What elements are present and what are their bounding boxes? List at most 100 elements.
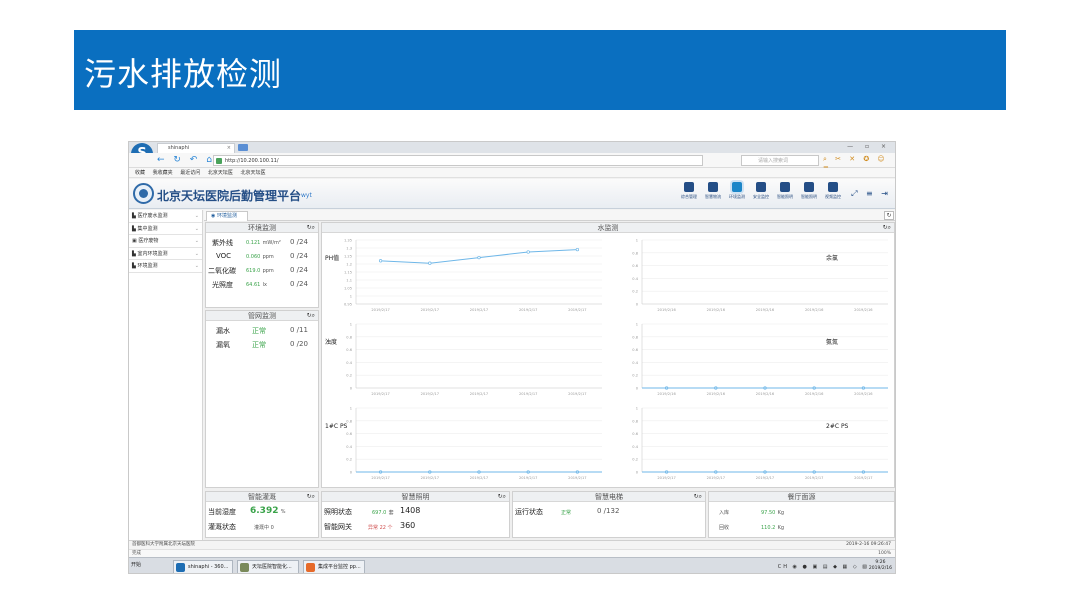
browser-tab-bar: shinaphi × — ▫ × — [129, 142, 895, 153]
module-environment[interactable]: 环境监测 — [725, 182, 749, 200]
y-tick-label: 0.6 — [632, 432, 638, 436]
module-nav: 综合管理 智慧物流 环境监测 安全监控 智能照明 智能照明 视频监控 — [677, 182, 845, 200]
y-tick-label: 0.2 — [346, 374, 352, 378]
data-point — [477, 255, 481, 260]
sidebar-item[interactable]: ▙ 医疗废水监测 ⌄ — [129, 210, 202, 223]
sidebar-item[interactable]: ▙ 环境监测 ⌄ — [129, 260, 202, 273]
bookmarks-bar: 收藏 我收藏夹 最近访问 北京天坛医 北京天坛医 — [129, 168, 895, 178]
y-tick-label: 0.8 — [632, 251, 638, 255]
x-tick-label: 2019/2/17 — [657, 476, 675, 480]
user-label[interactable]: wyt — [301, 192, 312, 199]
y-tick-label: 1.3 — [346, 247, 352, 251]
chevron-down-icon: ⌄ — [194, 263, 199, 269]
panel-header: 智能灌溉 ↻⌕ — [206, 492, 318, 502]
module-security[interactable]: 安全监控 — [749, 182, 773, 200]
y-tick-label: 0.4 — [346, 445, 352, 449]
clock: 9:26 2019/2/16 — [868, 560, 892, 571]
x-tick-label: 2019/2/17 — [421, 308, 439, 312]
sidebar-item[interactable]: ▙ 室内环境监测 ⌄ — [129, 248, 202, 260]
y-tick-label: 1.05 — [344, 287, 352, 291]
module-overview[interactable]: 综合管理 — [677, 182, 701, 200]
app-header: 北京天坛医院后勤管理平台 wyt 综合管理 智慧物流 环境监测 安全监控 智能照… — [129, 179, 895, 209]
bookmark-item[interactable]: 我收藏夹 — [153, 170, 173, 176]
y-tick-label: 0.4 — [632, 277, 638, 281]
sidebar-item[interactable]: ▣ 医疗废物 ⌄ — [129, 235, 202, 248]
y-tick-label: 1.25 — [344, 255, 352, 259]
content-tabs: ◉ 环境监测 ↻ — [204, 210, 895, 221]
search-input[interactable]: 请输入搜索词 — [741, 155, 819, 166]
torch-icon — [756, 182, 766, 192]
y-tick-label: 0.8 — [632, 335, 638, 339]
browser-tab[interactable]: shinaphi × — [157, 143, 235, 153]
x-tick-label: 2019/2/17 — [421, 476, 439, 480]
x-tick-label: 2019/2/17 — [756, 476, 774, 480]
data-point — [378, 259, 383, 263]
y-tick-label: 0.6 — [346, 348, 352, 352]
module-logistics[interactable]: 智慧物流 — [701, 182, 725, 200]
bookmark-item[interactable]: 收藏 — [135, 170, 145, 176]
y-tick-label: 0 — [350, 387, 353, 391]
taskbar-item[interactable]: shinaphi - 360... — [173, 560, 233, 573]
y-tick-label: 0 — [636, 471, 639, 475]
x-tick-label: 2019/2/16 — [805, 392, 824, 396]
refresh-search-icon[interactable]: ↻⌕ — [498, 492, 506, 502]
x-tick-label: 2019/2/17 — [707, 476, 725, 480]
module-lighting[interactable]: 智能照明 — [773, 182, 797, 200]
start-button[interactable]: 开始 — [131, 561, 141, 568]
tab-environment[interactable]: ◉ 环境监测 — [206, 211, 248, 221]
x-tick-label: 2019/2/17 — [568, 308, 586, 312]
new-tab-button[interactable] — [238, 144, 248, 151]
chevron-down-icon: ⌄ — [194, 213, 199, 219]
system-tray[interactable]: CH ◉ ● ▣ ▤ ◆ ▦ ◇ ▧ — [778, 564, 869, 570]
panel-header: 餐厅面源 — [709, 492, 894, 502]
y-tick-label: 1 — [636, 407, 638, 411]
refresh-search-icon[interactable]: ↻⌕ — [694, 492, 702, 502]
url-text: http://10.200.100.11/ — [225, 158, 279, 164]
pipe-panel: 管网监测 ↻⌕ 漏水 正常 0 /11 漏氧 正常 0 /20 — [205, 310, 319, 488]
chart-title: 2#C PS — [826, 423, 849, 430]
data-point — [526, 250, 530, 254]
y-tick-label: 0.4 — [632, 445, 638, 449]
address-bar: ← ↻ ↶ ⌂ http://10.200.100.11/ 请输入搜索词 ⌕ ✂… — [129, 153, 895, 172]
taskbar-item[interactable]: 集成平台监控 pp... — [303, 560, 365, 573]
module-lighting-2[interactable]: 智能照明 — [797, 182, 821, 200]
y-tick-label: 1.35 — [344, 239, 352, 243]
refresh-search-icon[interactable]: ↻⌕ — [307, 223, 315, 233]
window-controls[interactable]: — ▫ × — [847, 143, 891, 150]
eye-icon — [684, 182, 694, 192]
header-actions[interactable]: ⤢ ≡ ⇥ — [851, 189, 891, 199]
x-tick-label: 2019/2/17 — [519, 476, 537, 480]
taskbar-item[interactable]: 天坛医院智能化... — [237, 560, 299, 573]
x-tick-label: 2019/2/16 — [805, 308, 824, 312]
y-tick-label: 0.95 — [344, 303, 352, 307]
url-field[interactable]: http://10.200.100.11/ — [213, 155, 703, 166]
y-tick-label: 0.6 — [632, 348, 638, 352]
y-tick-label: 1 — [350, 295, 352, 299]
refresh-icon[interactable]: ↻ — [884, 211, 894, 220]
screenshot-frame: shinaphi × — ▫ × S ← ↻ ↶ ⌂ http://10.200… — [128, 141, 896, 574]
y-tick-label: 0 — [636, 387, 639, 391]
refresh-search-icon[interactable]: ↻⌕ — [307, 492, 315, 502]
module-video[interactable]: 视频监控 — [821, 182, 845, 200]
refresh-search-icon[interactable]: ↻⌕ — [307, 311, 315, 321]
y-tick-label: 0.2 — [632, 458, 638, 462]
refresh-search-icon[interactable]: ↻⌕ — [883, 223, 891, 233]
bookmark-item[interactable]: 北京天坛医 — [208, 170, 233, 176]
y-tick-label: 0.2 — [346, 458, 352, 462]
bookmark-item[interactable]: 北京天坛医 — [240, 170, 265, 176]
y-tick-label: 0.8 — [632, 419, 638, 423]
x-tick-label: 2019/2/17 — [805, 476, 823, 480]
sidebar-item[interactable]: ▙ 集中监测 ⌄ — [129, 223, 202, 235]
lighting-panel: 智慧照明 ↻⌕ 照明状态 697.0 套 1408 智能网关 异常 22 个 36… — [321, 491, 510, 538]
close-icon[interactable]: × — [227, 144, 231, 153]
panel-header: 智慧电梯 ↻⌕ — [513, 492, 705, 502]
y-tick-label: 0.6 — [346, 432, 352, 436]
x-tick-label: 2019/2/16 — [707, 392, 726, 396]
content-area: ◉ 环境监测 ↻ 环境监测 ↻⌕ 紫外线 0.121 mW/m² 0 /24 VO… — [204, 210, 895, 540]
slide-title: 污水排放检测 — [84, 55, 283, 93]
env-row: 二氧化碳 — [208, 267, 236, 275]
tree-icon — [780, 182, 790, 192]
nav-buttons[interactable]: ← ↻ ↶ ⌂ — [157, 155, 215, 165]
bookmark-item[interactable]: 最近访问 — [180, 170, 200, 176]
x-tick-label: 2019/2/16 — [756, 392, 775, 396]
